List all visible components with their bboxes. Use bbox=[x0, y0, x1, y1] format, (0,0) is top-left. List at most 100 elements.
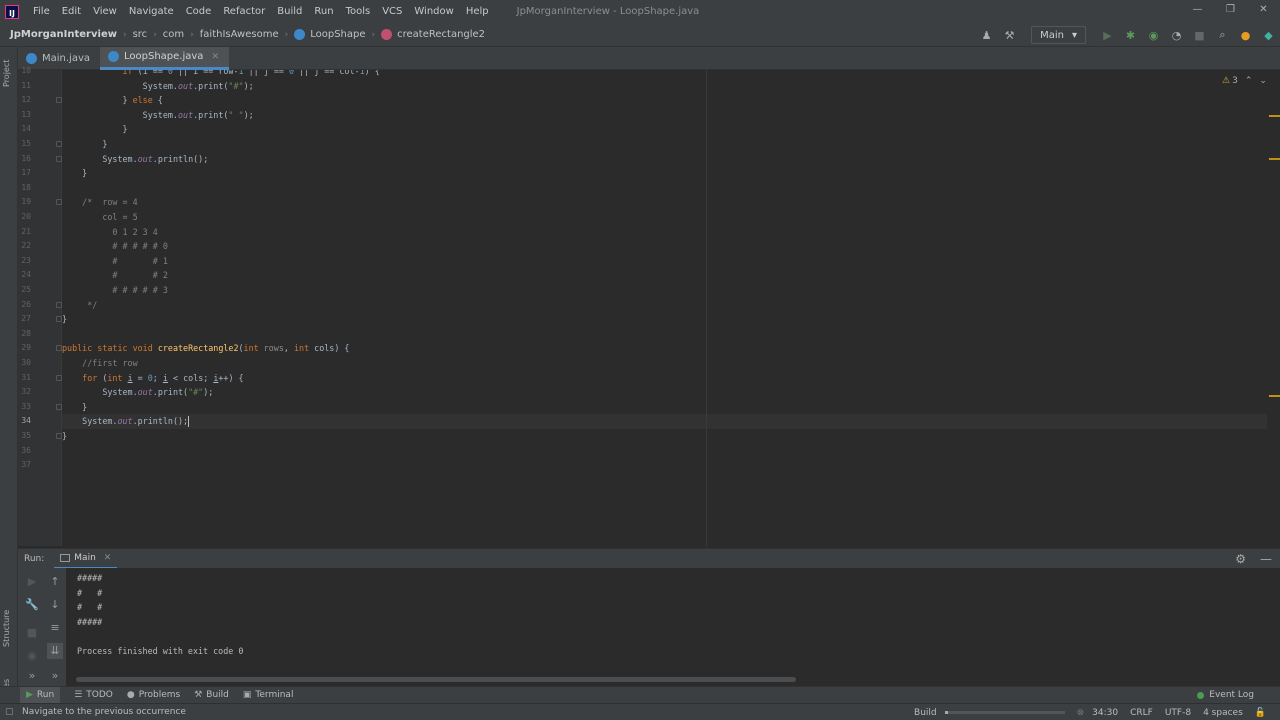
file-encoding[interactable]: UTF-8 bbox=[1165, 708, 1191, 718]
warning-marker[interactable] bbox=[1269, 115, 1280, 117]
menu-edit[interactable]: Edit bbox=[56, 6, 87, 17]
cancel-build-icon[interactable]: ⊗ bbox=[1077, 708, 1085, 718]
line-number[interactable]: 33 bbox=[21, 400, 31, 415]
menu-run[interactable]: Run bbox=[308, 6, 339, 17]
profile-icon[interactable]: ◔ bbox=[1165, 25, 1188, 45]
breadcrumb-src[interactable]: src bbox=[133, 29, 148, 40]
line-number[interactable]: 20 bbox=[21, 210, 31, 225]
hammer-icon[interactable]: ⚒ bbox=[998, 25, 1021, 45]
tab-loopshape-java[interactable]: LoopShape.java ✕ bbox=[100, 46, 229, 70]
line-number[interactable]: 35 bbox=[21, 429, 31, 444]
line-number[interactable]: 22 bbox=[21, 239, 31, 254]
more-icon[interactable]: » bbox=[47, 668, 63, 684]
menu-code[interactable]: Code bbox=[180, 6, 218, 17]
line-number[interactable]: 17 bbox=[21, 166, 31, 181]
close-window-button[interactable]: ✕ bbox=[1247, 0, 1280, 23]
console-output[interactable]: ##### # # # # ##### Process finished wit… bbox=[66, 568, 1280, 676]
line-number[interactable]: 13 bbox=[21, 108, 31, 123]
menu-navigate[interactable]: Navigate bbox=[123, 6, 180, 17]
lock-icon[interactable]: 🔓 bbox=[1255, 708, 1266, 718]
line-number[interactable]: 18 bbox=[21, 181, 31, 196]
line-number[interactable]: 16 bbox=[21, 152, 31, 167]
run-icon[interactable]: ▶ bbox=[1096, 25, 1119, 45]
menu-view[interactable]: View bbox=[87, 6, 123, 17]
tool-tab-terminal[interactable]: ▣ Terminal bbox=[243, 690, 294, 700]
error-stripe[interactable] bbox=[1267, 70, 1280, 546]
structure-tool-window[interactable]: Structure bbox=[2, 610, 11, 647]
code-editor[interactable]: if (i == 0 || i == row-1 || j == 0 || j … bbox=[62, 70, 1267, 546]
line-number[interactable]: 34 bbox=[21, 414, 31, 429]
line-number[interactable]: 37 bbox=[21, 458, 31, 473]
restore-button[interactable]: ❐ bbox=[1214, 0, 1247, 23]
previous-highlight-icon[interactable]: ⌃ bbox=[1245, 76, 1253, 86]
rerun-icon[interactable]: ▶ bbox=[24, 574, 40, 590]
line-number[interactable]: 21 bbox=[21, 225, 31, 240]
hide-panel-icon[interactable]: — bbox=[1260, 552, 1272, 566]
line-number[interactable]: 24 bbox=[21, 268, 31, 283]
close-tab-icon[interactable]: ✕ bbox=[211, 52, 219, 62]
breadcrumb-package[interactable]: faithIsAwesome bbox=[200, 29, 279, 40]
line-number[interactable]: 36 bbox=[21, 444, 31, 459]
breadcrumb-com[interactable]: com bbox=[163, 29, 184, 40]
line-number[interactable]: 27 bbox=[21, 312, 31, 327]
horizontal-scrollbar[interactable] bbox=[76, 677, 796, 682]
gear-icon[interactable]: ⚙ bbox=[1235, 552, 1246, 566]
indent-setting[interactable]: 4 spaces bbox=[1203, 708, 1243, 718]
tool-tab-todo[interactable]: ☰ TODO bbox=[74, 690, 113, 700]
line-number[interactable]: 26 bbox=[21, 298, 31, 313]
plugin-icon[interactable]: ◆ bbox=[1257, 25, 1280, 45]
expand-icon[interactable]: » bbox=[24, 668, 40, 684]
stop-icon[interactable]: ■ bbox=[1188, 25, 1211, 45]
run-tab-main[interactable]: Main ✕ bbox=[54, 549, 118, 569]
wrench-icon[interactable]: 🔧 bbox=[24, 597, 40, 613]
layout-icon[interactable]: ▢ bbox=[5, 707, 14, 717]
breadcrumb-class[interactable]: LoopShape bbox=[310, 29, 365, 40]
breadcrumb-project[interactable]: JpMorganInterview bbox=[10, 29, 117, 40]
line-number[interactable]: 28 bbox=[21, 327, 31, 342]
inspection-widget[interactable]: ⚠ 3 ⌃ ⌄ bbox=[1222, 76, 1267, 86]
menu-file[interactable]: File bbox=[27, 6, 56, 17]
line-number[interactable]: 29 bbox=[21, 341, 31, 356]
close-run-tab-icon[interactable]: ✕ bbox=[104, 553, 112, 563]
coverage-icon[interactable]: ◉ bbox=[1142, 25, 1165, 45]
run-config-select[interactable]: Main ▾ bbox=[1031, 26, 1086, 44]
event-log-button[interactable]: Event Log bbox=[1197, 690, 1254, 700]
line-number-gutter[interactable]: 10 11 12 13 14 15 16 17 18 19 20 21 22 23 24 25 26 27 28 29… bbox=[18, 66, 62, 546]
line-number[interactable]: 10 bbox=[21, 64, 31, 79]
menu-refactor[interactable]: Refactor bbox=[217, 6, 271, 17]
camera-icon[interactable]: ◉ bbox=[24, 648, 40, 664]
caret-position[interactable]: 34:30 bbox=[1092, 708, 1118, 718]
line-number[interactable]: 12 bbox=[21, 93, 31, 108]
line-number[interactable]: 11 bbox=[21, 79, 31, 94]
scroll-up-icon[interactable]: ↑ bbox=[47, 574, 63, 590]
menu-window[interactable]: Window bbox=[408, 6, 459, 17]
menu-help[interactable]: Help bbox=[460, 6, 495, 17]
scroll-to-end-icon[interactable]: ⇊ bbox=[47, 643, 63, 659]
line-separator[interactable]: CRLF bbox=[1130, 708, 1153, 718]
user-icon[interactable]: ♟ bbox=[975, 25, 998, 45]
next-highlight-icon[interactable]: ⌄ bbox=[1259, 76, 1267, 86]
warning-marker[interactable] bbox=[1269, 158, 1280, 160]
soft-wrap-icon[interactable]: ≡ bbox=[47, 620, 63, 636]
tool-tab-run[interactable]: ▶ Run bbox=[20, 687, 61, 703]
scroll-down-icon[interactable]: ↓ bbox=[47, 597, 63, 613]
tool-tab-problems[interactable]: ● Problems bbox=[127, 690, 180, 700]
minimize-button[interactable]: — bbox=[1181, 0, 1214, 23]
line-number[interactable]: 19 bbox=[21, 195, 31, 210]
line-number[interactable]: 30 bbox=[21, 356, 31, 371]
stop-icon[interactable]: ■ bbox=[24, 625, 40, 641]
menu-tools[interactable]: Tools bbox=[340, 6, 377, 17]
line-number[interactable]: 23 bbox=[21, 254, 31, 269]
line-number[interactable]: 25 bbox=[21, 283, 31, 298]
update-icon[interactable]: ● bbox=[1234, 25, 1257, 45]
breadcrumb-method[interactable]: createRectangle2 bbox=[397, 29, 485, 40]
debug-icon[interactable]: ✱ bbox=[1119, 25, 1142, 45]
project-tool-window[interactable]: Project bbox=[2, 60, 11, 87]
search-icon[interactable]: ⌕ bbox=[1211, 25, 1234, 45]
line-number[interactable]: 15 bbox=[21, 137, 31, 152]
menu-build[interactable]: Build bbox=[271, 6, 308, 17]
menu-vcs[interactable]: VCS bbox=[376, 6, 408, 17]
line-number[interactable]: 31 bbox=[21, 371, 31, 386]
tool-tab-build[interactable]: ⚒ Build bbox=[194, 690, 229, 700]
line-number[interactable]: 32 bbox=[21, 385, 31, 400]
